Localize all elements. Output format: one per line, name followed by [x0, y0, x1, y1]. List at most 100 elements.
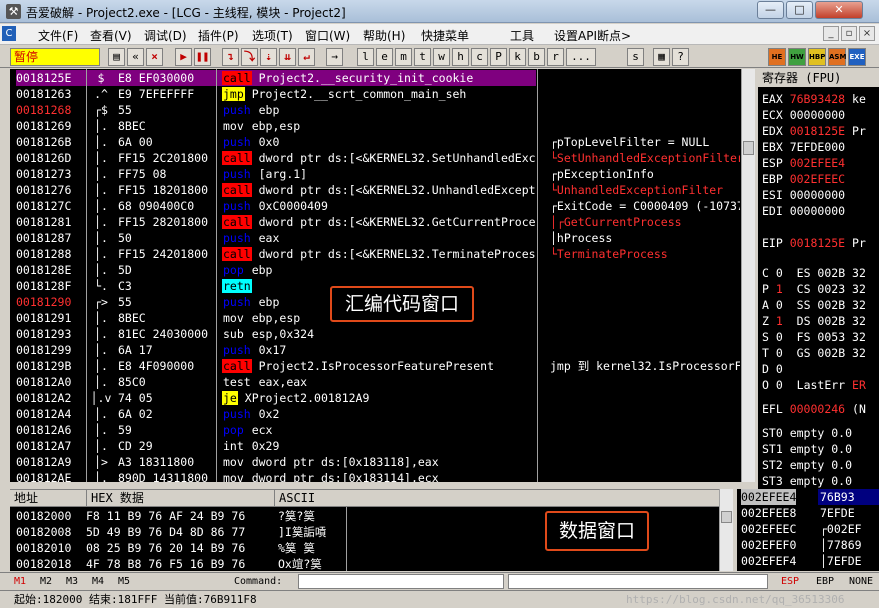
- toolbar-letter-k[interactable]: k: [509, 48, 526, 66]
- disasm-row[interactable]: 00181287 │. 50 push eax │hProcess: [10, 230, 741, 246]
- disasm-row[interactable]: 00181299 │. 6A 17 push 0x17: [10, 342, 741, 358]
- step-over-icon[interactable]: ⤵: [241, 48, 258, 66]
- disasm-row[interactable]: 0018126B │. 6A 00 push 0x0 ┌pTopLevelFilter …: [10, 134, 741, 150]
- menu-window[interactable]: 窗口(W): [305, 27, 350, 44]
- stack-row[interactable]: 002EFEE8 7EFDE: [737, 505, 879, 521]
- disasm-row[interactable]: 001812AE │. 890D 14311800 mov dword ptr ds:…: [10, 470, 741, 482]
- disasm-row[interactable]: 001812A6 │. 59 pop ecx: [10, 422, 741, 438]
- goto-icon[interactable]: →: [326, 48, 343, 66]
- asm-button[interactable]: ASM: [828, 48, 846, 66]
- toolbar-letter-b[interactable]: b: [528, 48, 545, 66]
- toolbar-letter-e[interactable]: e: [376, 48, 393, 66]
- stack-pane[interactable]: 002EFEE4 76B93 002EFEE8 7EFDE 002EFEEC ┌002EF…: [737, 489, 879, 571]
- disasm-row[interactable]: 00181281 │. FF15 28201800 call dword ptr ds…: [10, 214, 741, 230]
- disasm-row[interactable]: 001812A2 │.v 74 05 je XProject2.001812A9: [10, 390, 741, 406]
- disasm-row[interactable]: 0018127C │. 68 090400C0 push 0xC0000409 ┌Exi…: [10, 198, 741, 214]
- stack-row[interactable]: 002EFEE4 76B93: [737, 489, 879, 505]
- toolbar-letter-s[interactable]: s: [627, 48, 644, 66]
- pause-icon[interactable]: ❚❚: [194, 48, 211, 66]
- close-button[interactable]: ✕: [815, 1, 863, 19]
- disasm-instruction: int 0x29: [222, 438, 536, 454]
- disasm-row[interactable]: 001812A4 │. 6A 02 push 0x2: [10, 406, 741, 422]
- menu-options[interactable]: 选项(T): [252, 27, 293, 44]
- run-icon[interactable]: ▶: [175, 48, 192, 66]
- disasm-row[interactable]: 00181288 │. FF15 24201800 call dword ptr ds…: [10, 246, 741, 262]
- stack-mode-ebp[interactable]: EBP: [816, 576, 834, 587]
- stack-mode-esp[interactable]: ESP: [781, 576, 799, 587]
- menu-view[interactable]: 查看(V): [90, 27, 132, 44]
- toolbar-letter-h[interactable]: h: [452, 48, 469, 66]
- child-close-button[interactable]: ×: [859, 26, 875, 41]
- toolbar-letter-P[interactable]: P: [490, 48, 507, 66]
- disasm-row[interactable]: 00181263 .^ E9 7EFEFFFF jmp Project2.__scrt…: [10, 86, 741, 102]
- close-process-icon[interactable]: ×: [146, 48, 163, 66]
- disasm-row[interactable]: 0018125E $ E8 EF030000 call Project2.__secu…: [10, 70, 741, 86]
- menu-shortcut[interactable]: 快捷菜单: [421, 27, 469, 44]
- mark-m4[interactable]: M4: [92, 576, 104, 587]
- grid-icon[interactable]: ▦: [653, 48, 670, 66]
- disassembly-scroll-thumb[interactable]: [743, 141, 754, 155]
- menu-plugins[interactable]: 插件(P): [198, 27, 239, 44]
- child-restore-button[interactable]: ▫: [841, 26, 857, 41]
- disasm-row[interactable]: 0018126D │. FF15 2C201800 call dword ptr ds…: [10, 150, 741, 166]
- trace-over-icon[interactable]: ⇊: [279, 48, 296, 66]
- disasm-row[interactable]: 0018129B │. E8 4F090000 call Project2.IsPro…: [10, 358, 741, 374]
- disasm-row[interactable]: 001812A0 │. 85C0 test eax,eax: [10, 374, 741, 390]
- disassembly-scrollbar[interactable]: [741, 69, 755, 482]
- stack-row[interactable]: 002EFEF4 │7EFDE: [737, 553, 879, 569]
- menu-set-api-breakpoint[interactable]: 设置API断点>: [554, 27, 631, 44]
- toolbar-letter-l[interactable]: l: [357, 48, 374, 66]
- dump-row[interactable]: 00182018 4F 78 B8 76 F5 16 B9 76 Ox竩?筽: [10, 556, 719, 571]
- menu-help[interactable]: 帮助(H): [363, 27, 405, 44]
- menu-file[interactable]: 文件(F): [38, 27, 78, 44]
- disasm-row[interactable]: 00181273 │. FF75 08 push [arg.1] ┌pException…: [10, 166, 741, 182]
- stack-row[interactable]: 002EFEEC ┌002EF: [737, 521, 879, 537]
- command-input[interactable]: [298, 574, 504, 589]
- he-button[interactable]: HE: [768, 48, 786, 66]
- disasm-row[interactable]: 0018128E │. 5D pop ebp: [10, 262, 741, 278]
- menu-tools[interactable]: 工具: [510, 27, 534, 44]
- exe-button[interactable]: EXE: [848, 48, 866, 66]
- toolbar-letter-m[interactable]: m: [395, 48, 412, 66]
- open-icon[interactable]: ▤: [108, 48, 125, 66]
- dump-scrollbar[interactable]: [719, 489, 733, 571]
- toolbar-letter-r[interactable]: r: [547, 48, 564, 66]
- step-into-icon[interactable]: ↴: [222, 48, 239, 66]
- toolbar-letter-c[interactable]: c: [471, 48, 488, 66]
- disasm-row[interactable]: 001812A9 │> A3 18311800 mov dword ptr ds:[0…: [10, 454, 741, 470]
- mark-m3[interactable]: M3: [66, 576, 78, 587]
- disasm-row[interactable]: 00181276 │. FF15 18201800 call dword ptr ds…: [10, 182, 741, 198]
- disassembly-pane[interactable]: 0018125E $ E8 EF030000 call Project2.__secu…: [10, 69, 741, 482]
- disasm-row[interactable]: 001812A7 │. CD 29 int 0x29: [10, 438, 741, 454]
- minimize-button[interactable]: —: [757, 1, 784, 19]
- segment-value: ER: [845, 378, 866, 392]
- help-icon[interactable]: ?: [672, 48, 689, 66]
- register-pane[interactable]: 寄存器 (FPU) EAX 76B93428 ke ECX 00000000 EDX…: [758, 69, 879, 504]
- child-window-icon[interactable]: C: [2, 26, 16, 41]
- toolbar-letter-w[interactable]: w: [433, 48, 450, 66]
- app-icon: ⚒: [6, 4, 21, 19]
- restart-icon[interactable]: «: [127, 48, 144, 66]
- dump-header-hex[interactable]: HEX 数据: [86, 490, 144, 506]
- toolbar-letter-t[interactable]: t: [414, 48, 431, 66]
- stack-row[interactable]: 002EFEF0 │77869: [737, 537, 879, 553]
- trace-into-icon[interactable]: ⇣: [260, 48, 277, 66]
- hbp-button[interactable]: HBP: [808, 48, 826, 66]
- disasm-bytes: 8BEC: [118, 119, 146, 133]
- execute-till-return-icon[interactable]: ↵: [298, 48, 315, 66]
- dump-header-address[interactable]: 地址: [14, 490, 38, 506]
- dump-header-ascii[interactable]: ASCII: [274, 490, 315, 506]
- child-minimize-button[interactable]: _: [823, 26, 839, 41]
- menu-debug[interactable]: 调试(D): [144, 27, 187, 44]
- disasm-row[interactable]: 00181269 │. 8BEC mov ebp,esp: [10, 118, 741, 134]
- mark-m1[interactable]: M1: [14, 576, 26, 587]
- mark-m2[interactable]: M2: [40, 576, 52, 587]
- maximize-button[interactable]: □: [786, 1, 813, 19]
- dump-scroll-thumb[interactable]: [721, 511, 732, 523]
- disasm-row[interactable]: 00181293 │. 81EC 24030000 sub esp,0x324: [10, 326, 741, 342]
- stack-mode-none[interactable]: NONE: [849, 576, 873, 587]
- mark-m5[interactable]: M5: [118, 576, 130, 587]
- toolbar-ellipsis[interactable]: ...: [566, 48, 596, 66]
- hw-button[interactable]: HW: [788, 48, 806, 66]
- disasm-row[interactable]: 00181268 ┌$ 55 push ebp: [10, 102, 741, 118]
